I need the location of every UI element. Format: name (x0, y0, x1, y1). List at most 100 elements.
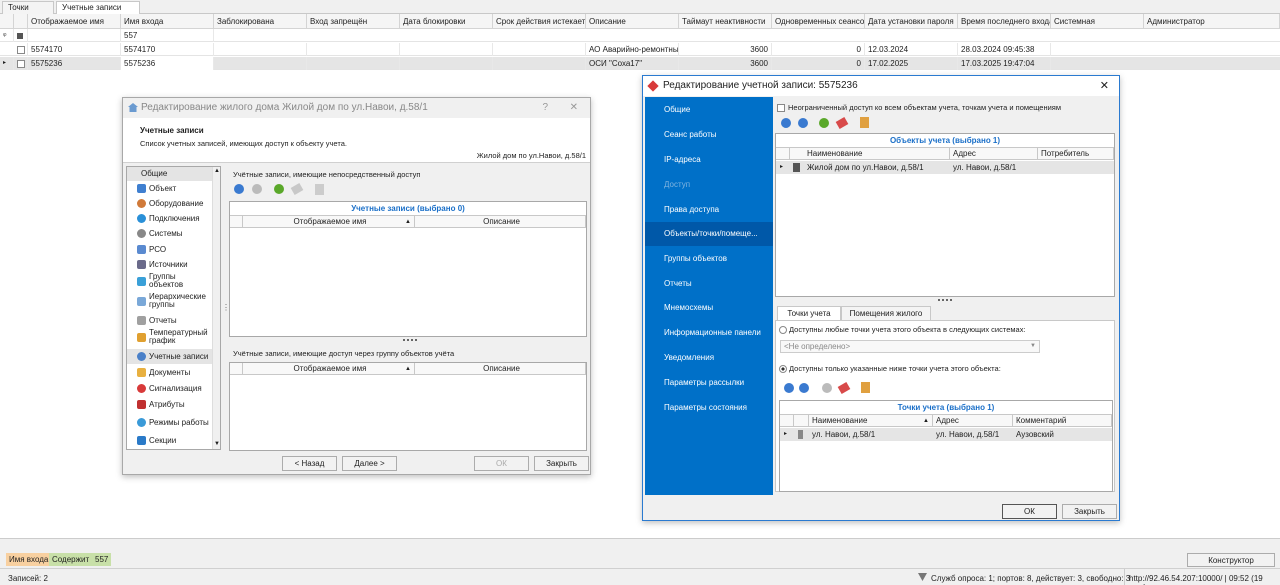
table-row[interactable]: ▸ Жилой дом по ул.Навои, д.58/1 ул. Наво… (776, 161, 1114, 174)
nav-documents[interactable]: Документы (137, 366, 190, 380)
table-row[interactable]: ▸ 5575236 5575236 ОСИ "Соха17" 3600 0 17… (0, 57, 1280, 70)
col-login[interactable]: Имя входа (121, 14, 214, 29)
add-icon[interactable] (781, 118, 791, 128)
col-consumer[interactable]: Потребитель (1038, 148, 1114, 160)
col-locked[interactable]: Заблокирована (214, 14, 307, 29)
filter-constructor-button[interactable]: Конструктор фильтра... (1187, 553, 1275, 578)
col-display-name[interactable]: Отображаемое имя (28, 14, 121, 29)
nav-work-modes[interactable]: Режимы работы (137, 416, 209, 430)
systems-select[interactable]: <Не определено> ▼ (780, 340, 1040, 353)
unlimited-access-checkbox[interactable]: Неограниченный доступ ко всем объектам у… (777, 103, 1061, 113)
checkbox[interactable] (17, 45, 25, 54)
nav-object-groups[interactable]: Группы объектов (137, 273, 204, 291)
nav-temperature-schedule[interactable]: Температурный график (137, 329, 209, 347)
col-display-name[interactable]: Отображаемое имя ▲ (243, 363, 415, 375)
col-timeout[interactable]: Таймаут неактивности (679, 14, 772, 29)
chevron-down-icon[interactable]: ▼ (214, 441, 220, 447)
col-comment[interactable]: Комментарий (1013, 415, 1112, 427)
nav-session[interactable]: Сеанс работы (645, 123, 773, 147)
close-button[interactable]: Закрыть (534, 456, 589, 471)
nav-general[interactable]: Общие (645, 98, 773, 122)
nav-notifications[interactable]: Уведомления (645, 346, 773, 370)
col-admin[interactable]: Администратор (1144, 14, 1280, 29)
checkbox[interactable] (17, 32, 23, 39)
check-icon[interactable] (819, 118, 829, 128)
nav-reports[interactable]: Отчеты (645, 272, 773, 296)
nav-rso[interactable]: РСО (137, 243, 166, 257)
ok-button[interactable]: ОК (1002, 504, 1057, 519)
add-icon[interactable] (784, 383, 794, 393)
radio-selected[interactable] (779, 365, 787, 374)
add-icon[interactable] (234, 184, 244, 194)
tab-metering-points[interactable]: Точки учёта (2, 1, 54, 24)
checkbox[interactable] (777, 104, 785, 113)
col-lock-date[interactable]: Дата блокировки (400, 14, 493, 29)
nav-ip-addresses[interactable]: IP-адреса (645, 148, 773, 172)
nav-accounts[interactable]: Учетные записи (137, 350, 208, 364)
nav-state-params[interactable]: Параметры состояния (645, 396, 773, 420)
nav-connections[interactable]: Подключения (137, 212, 200, 226)
nav-object[interactable]: Объект (137, 182, 176, 196)
radio-only-points[interactable]: Доступны только указанные ниже точки уче… (779, 364, 1001, 374)
filter-field-chip[interactable]: Имя входа (6, 553, 52, 566)
filter-value-chip[interactable]: 557 (92, 553, 112, 566)
radio[interactable] (779, 326, 787, 335)
checkbox[interactable] (17, 59, 25, 68)
expand-icon[interactable]: ▸ (780, 161, 783, 174)
filter-operator-chip[interactable]: Содержит (49, 553, 93, 566)
nav-objects-points[interactable]: Объекты/точки/помеще... (645, 222, 773, 246)
filter-icon[interactable] (0, 14, 14, 29)
tab-accounts[interactable]: Учетные записи✕ (56, 1, 140, 24)
splitter-dots[interactable] (403, 339, 417, 341)
remove-icon[interactable] (798, 118, 808, 128)
nav-alarm[interactable]: Сигнализация (137, 382, 202, 396)
nav-reports[interactable]: Отчеты (137, 314, 177, 328)
eraser-icon[interactable] (835, 117, 849, 129)
remove-icon[interactable] (799, 383, 809, 393)
edit-icon[interactable] (860, 117, 869, 128)
login-filter-input[interactable]: 557 (121, 29, 214, 42)
check-icon[interactable] (822, 383, 832, 393)
nav-equipment[interactable]: Оборудование (137, 197, 203, 211)
nav-systems[interactable]: Системы (137, 227, 183, 241)
nav-sources[interactable]: Источники (137, 258, 188, 272)
col-display-name[interactable]: Отображаемое имя ▲ (243, 216, 415, 228)
eraser-icon[interactable] (837, 382, 851, 394)
col-description[interactable]: Описание (415, 216, 586, 228)
col-address[interactable]: Адрес (950, 148, 1038, 160)
nav-hierarchical-groups[interactable]: Иерархические группы (137, 293, 209, 311)
check-icon[interactable] (274, 184, 284, 194)
radio-any-points[interactable]: Доступны любые точки учета этого объекта… (779, 325, 1026, 335)
nav-mailing-params[interactable]: Параметры рассылки (645, 371, 773, 395)
table-row[interactable]: ▸ ул. Навои, д.58/1 ул. Навои, д.58/1 Ау… (780, 428, 1112, 441)
col-address[interactable]: Адрес (933, 415, 1013, 427)
col-last-login[interactable]: Время последнего входа (958, 14, 1051, 29)
close-icon[interactable]: ✕ (570, 98, 578, 118)
splitter-dots[interactable] (938, 299, 952, 301)
chevron-up-icon[interactable]: ▲ (214, 168, 220, 174)
table-row[interactable]: 5574170 5574170 АО Аварийно-ремонтный за… (0, 43, 1280, 56)
col-password-date[interactable]: Дата установки пароля (865, 14, 958, 29)
nav-mnemonics[interactable]: Мнемосхемы (645, 296, 773, 320)
edit-icon[interactable] (315, 184, 324, 195)
back-button[interactable]: < Назад (282, 456, 337, 471)
tab-premises[interactable]: Помещения жилого дома (841, 306, 931, 331)
ok-button[interactable]: ОК (474, 456, 529, 471)
next-button[interactable]: Далее > (342, 456, 397, 471)
nav-general[interactable]: Общие (127, 167, 212, 181)
col-name[interactable]: Наименование ▲ (809, 415, 933, 427)
nav-access[interactable]: Доступ (645, 173, 773, 197)
help-icon[interactable]: ? (542, 98, 548, 118)
remove-icon[interactable] (252, 184, 262, 194)
col-name[interactable]: Наименование (790, 148, 950, 160)
nav-attributes[interactable]: Атрибуты (137, 398, 185, 412)
nav-object-groups[interactable]: Группы объектов (645, 247, 773, 271)
col-sessions[interactable]: Одновременных сеансов (772, 14, 865, 29)
expand-icon[interactable]: ▸ (784, 428, 787, 441)
close-icon[interactable]: ✕ (1100, 79, 1109, 92)
nav-scrollbar[interactable]: ▲ ▼ (212, 167, 220, 449)
col-description[interactable]: Описание (415, 363, 586, 375)
tab-points[interactable]: Точки учета (777, 306, 841, 320)
close-button[interactable]: Закрыть (1062, 504, 1117, 519)
nav-sections[interactable]: Секции (137, 434, 176, 448)
